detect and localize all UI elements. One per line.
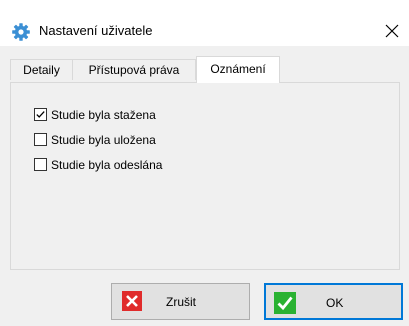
tab-label: Přístupová práva (88, 63, 180, 77)
tab-oznameni[interactable]: Oznámení (196, 56, 280, 83)
cancel-label: Zrušit (166, 295, 196, 309)
tab-detaily[interactable]: Detaily (10, 59, 73, 80)
checkbox-label: Studie byla stažena (51, 108, 156, 122)
ok-label: OK (326, 296, 344, 310)
tab-pristupova-prava[interactable]: Přístupová práva (72, 59, 196, 80)
tab-strip: Detaily Přístupová práva Oznámení (10, 56, 400, 83)
tab-label: Detaily (23, 63, 60, 77)
gear-icon (11, 22, 31, 42)
tab-label: Oznámení (210, 62, 266, 76)
checkbox[interactable] (34, 108, 47, 121)
cancel-x-icon (122, 291, 142, 311)
close-button[interactable] (380, 19, 404, 43)
checkbox-label: Studie byla uložena (51, 133, 156, 147)
ok-button[interactable]: OK (264, 283, 403, 320)
checkbox[interactable] (34, 133, 47, 146)
checkbox[interactable] (34, 158, 47, 171)
checkmark-icon (274, 292, 296, 314)
close-icon (385, 24, 399, 38)
checkbox-label: Studie byla odeslána (51, 158, 163, 172)
checkmark-icon (36, 111, 45, 118)
cancel-button[interactable]: Zrušit (111, 283, 250, 320)
window-title: Nastavení uživatele (39, 23, 153, 38)
title-bar: Nastavení uživatele (0, 0, 409, 46)
